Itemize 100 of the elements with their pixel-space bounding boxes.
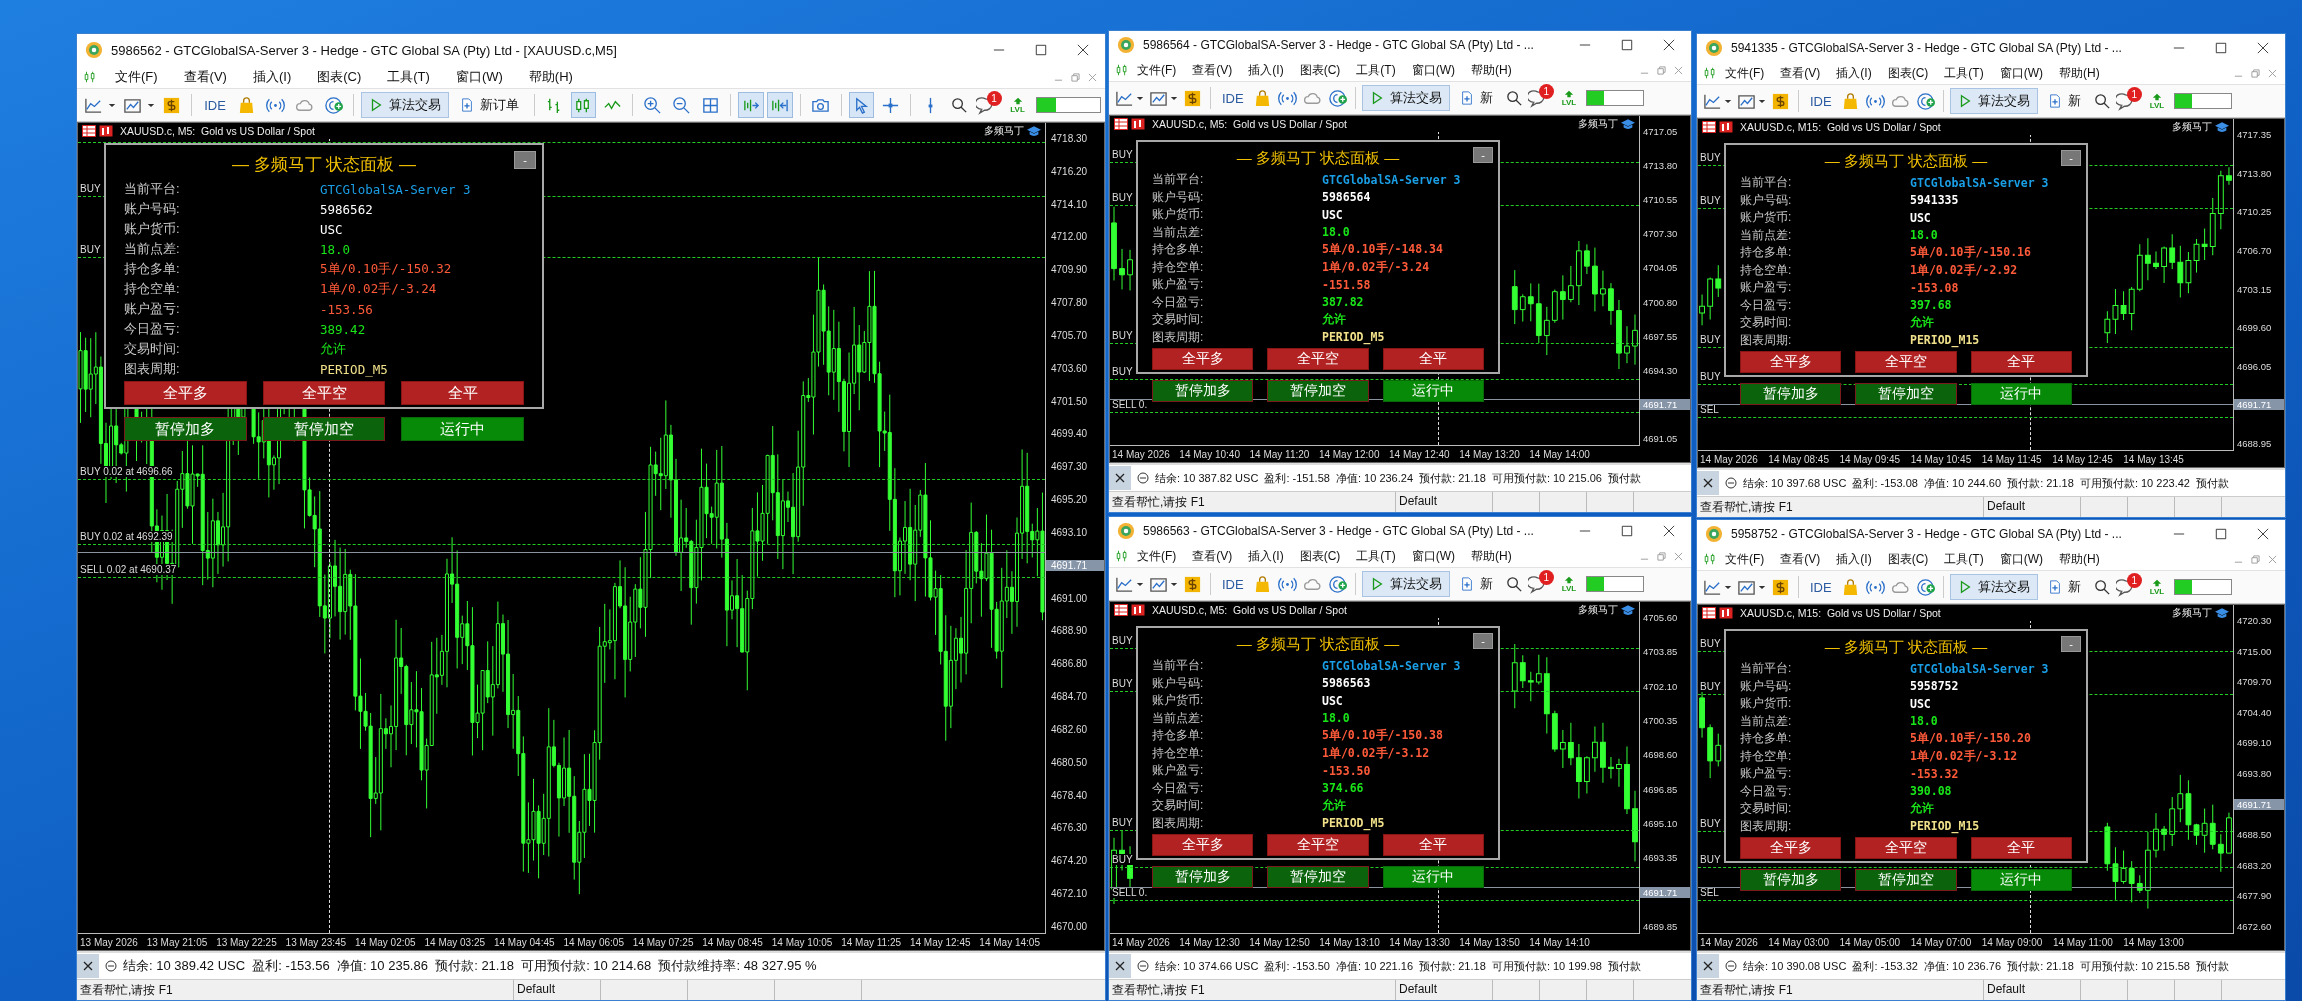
- pause-button[interactable]: 暂停加空: [262, 417, 386, 441]
- algo-trading-button[interactable]: 算法交易: [1361, 85, 1450, 111]
- menu-item[interactable]: 文件(F): [1725, 550, 1765, 568]
- order-label: BUY: [1700, 370, 1723, 382]
- pause-button[interactable]: 暂停加多: [1740, 869, 1842, 891]
- close-position-button[interactable]: 全平空: [1855, 351, 1957, 373]
- menu-item[interactable]: 查看(V): [1780, 550, 1821, 568]
- lvl-button[interactable]: LVL: [1006, 96, 1029, 114]
- menu-item[interactable]: 文件(F): [115, 68, 158, 86]
- menu-item[interactable]: 图表(C): [1299, 61, 1341, 79]
- ide-button[interactable]: IDE: [1217, 576, 1249, 592]
- menu-item[interactable]: 插入(I): [1836, 550, 1872, 568]
- menu-item[interactable]: 窗口(W): [1411, 61, 1455, 79]
- ide-button[interactable]: IDE: [1805, 579, 1837, 595]
- status-button[interactable]: 运行中: [1382, 380, 1484, 402]
- menu-item[interactable]: 插入(I): [1248, 61, 1284, 79]
- menu-item[interactable]: 插入(I): [1248, 547, 1284, 565]
- menu-item[interactable]: 帮助(H): [2059, 550, 2100, 568]
- profile-name[interactable]: Default: [1984, 497, 2081, 517]
- algo-trading-button[interactable]: 算法交易: [1949, 88, 2038, 114]
- status-button[interactable]: 运行中: [401, 417, 524, 441]
- ide-button[interactable]: IDE: [1217, 90, 1249, 106]
- menu-item[interactable]: 窗口(W): [1999, 550, 2043, 568]
- close-position-button[interactable]: 全平: [1970, 351, 2072, 373]
- lvl-button[interactable]: LVL: [1557, 89, 1581, 107]
- price-label: 4688.95: [2236, 438, 2273, 449]
- minimize-button[interactable]: -: [1473, 147, 1493, 163]
- field-value: PERIOD_M15: [1910, 819, 1980, 834]
- menu-item[interactable]: 文件(F): [1725, 64, 1765, 82]
- pause-button[interactable]: 暂停加多: [1152, 380, 1254, 402]
- pause-button[interactable]: 暂停加多: [1740, 383, 1842, 405]
- profile-name[interactable]: Default: [1396, 980, 1493, 1000]
- menu-item[interactable]: 图表(C): [1887, 64, 1929, 82]
- expert-name: 多频马丁: [1578, 117, 1618, 131]
- algo-trading-button[interactable]: 算法交易: [1949, 574, 2038, 600]
- menu-item[interactable]: 查看(V): [1780, 64, 1821, 82]
- minimize-button[interactable]: -: [2061, 150, 2081, 166]
- menu-item[interactable]: 帮助(H): [2059, 64, 2100, 82]
- minimize-button[interactable]: -: [514, 151, 536, 169]
- menu-item[interactable]: 查看(V): [1192, 61, 1233, 79]
- lvl-button[interactable]: LVL: [2145, 578, 2169, 596]
- new-order-button[interactable]: 新: [2039, 574, 2089, 600]
- pause-button[interactable]: 暂停加多: [1152, 866, 1254, 888]
- profile-name[interactable]: Default: [1396, 492, 1493, 512]
- lvl-button[interactable]: LVL: [1557, 575, 1581, 593]
- menu-item[interactable]: 插入(I): [1836, 64, 1872, 82]
- pause-button[interactable]: 暂停加空: [1267, 380, 1369, 402]
- status-button[interactable]: 运行中: [1970, 869, 2072, 891]
- menu-item[interactable]: 工具(T): [1356, 61, 1396, 79]
- new-order-button[interactable]: 新订单: [451, 92, 527, 118]
- menu-item[interactable]: 工具(T): [387, 68, 430, 86]
- close-position-button[interactable]: 全平空: [1855, 837, 1957, 859]
- menu-item[interactable]: 查看(V): [1192, 547, 1233, 565]
- pause-button[interactable]: 暂停加空: [1855, 383, 1957, 405]
- pause-button[interactable]: 暂停加空: [1855, 869, 1957, 891]
- menu-item[interactable]: 工具(T): [1356, 547, 1396, 565]
- menu-item[interactable]: 帮助(H): [1471, 547, 1512, 565]
- minimize-button[interactable]: -: [2061, 636, 2081, 652]
- menu-item[interactable]: 图表(C): [1887, 550, 1929, 568]
- menu-item[interactable]: 窗口(W): [455, 68, 503, 86]
- minimize-button[interactable]: -: [1473, 633, 1493, 649]
- status-button[interactable]: 运行中: [1970, 383, 2072, 405]
- close-position-button[interactable]: 全平空: [1267, 348, 1369, 370]
- algo-trading-button[interactable]: 算法交易: [1361, 571, 1450, 597]
- close-position-button[interactable]: 全平: [1970, 837, 2072, 859]
- close-position-button[interactable]: 全平多: [1740, 351, 1842, 373]
- profile-name[interactable]: Default: [1984, 980, 2081, 1000]
- close-position-button[interactable]: 全平多: [124, 381, 247, 405]
- ide-button[interactable]: IDE: [199, 97, 231, 113]
- new-order-button[interactable]: 新: [1451, 85, 1501, 111]
- close-position-button[interactable]: 全平多: [1152, 834, 1254, 856]
- pause-button[interactable]: 暂停加多: [124, 417, 247, 441]
- lvl-button[interactable]: LVL: [2145, 92, 2169, 110]
- close-position-button[interactable]: 全平: [401, 381, 524, 405]
- menu-item[interactable]: 窗口(W): [1999, 64, 2043, 82]
- menu-item[interactable]: 图表(C): [1299, 547, 1341, 565]
- algo-trading-button[interactable]: 算法交易: [360, 92, 449, 118]
- ide-button[interactable]: IDE: [1805, 93, 1837, 109]
- field-value: 1单/0.02手/-3.12: [1322, 745, 1430, 761]
- menu-item[interactable]: 工具(T): [1944, 550, 1984, 568]
- menu-item[interactable]: 查看(V): [183, 68, 227, 86]
- profile-name[interactable]: Default: [514, 980, 601, 1000]
- close-position-button[interactable]: 全平: [1382, 348, 1484, 370]
- close-position-button[interactable]: 全平空: [1267, 834, 1369, 856]
- new-order-button[interactable]: 新: [2039, 88, 2089, 114]
- menu-item[interactable]: 文件(F): [1137, 61, 1177, 79]
- close-position-button[interactable]: 全平空: [262, 381, 386, 405]
- status-button[interactable]: 运行中: [1382, 866, 1484, 888]
- menu-item[interactable]: 插入(I): [252, 68, 292, 86]
- menu-item[interactable]: 图表(C): [317, 68, 362, 86]
- close-position-button[interactable]: 全平: [1382, 834, 1484, 856]
- menu-item[interactable]: 工具(T): [1944, 64, 1984, 82]
- menu-item[interactable]: 窗口(W): [1411, 547, 1455, 565]
- pause-button[interactable]: 暂停加空: [1267, 866, 1369, 888]
- new-order-button[interactable]: 新: [1451, 571, 1501, 597]
- menu-item[interactable]: 帮助(H): [1471, 61, 1512, 79]
- close-position-button[interactable]: 全平多: [1152, 348, 1254, 370]
- close-position-button[interactable]: 全平多: [1740, 837, 1842, 859]
- menu-item[interactable]: 帮助(H): [528, 68, 573, 86]
- menu-item[interactable]: 文件(F): [1137, 547, 1177, 565]
